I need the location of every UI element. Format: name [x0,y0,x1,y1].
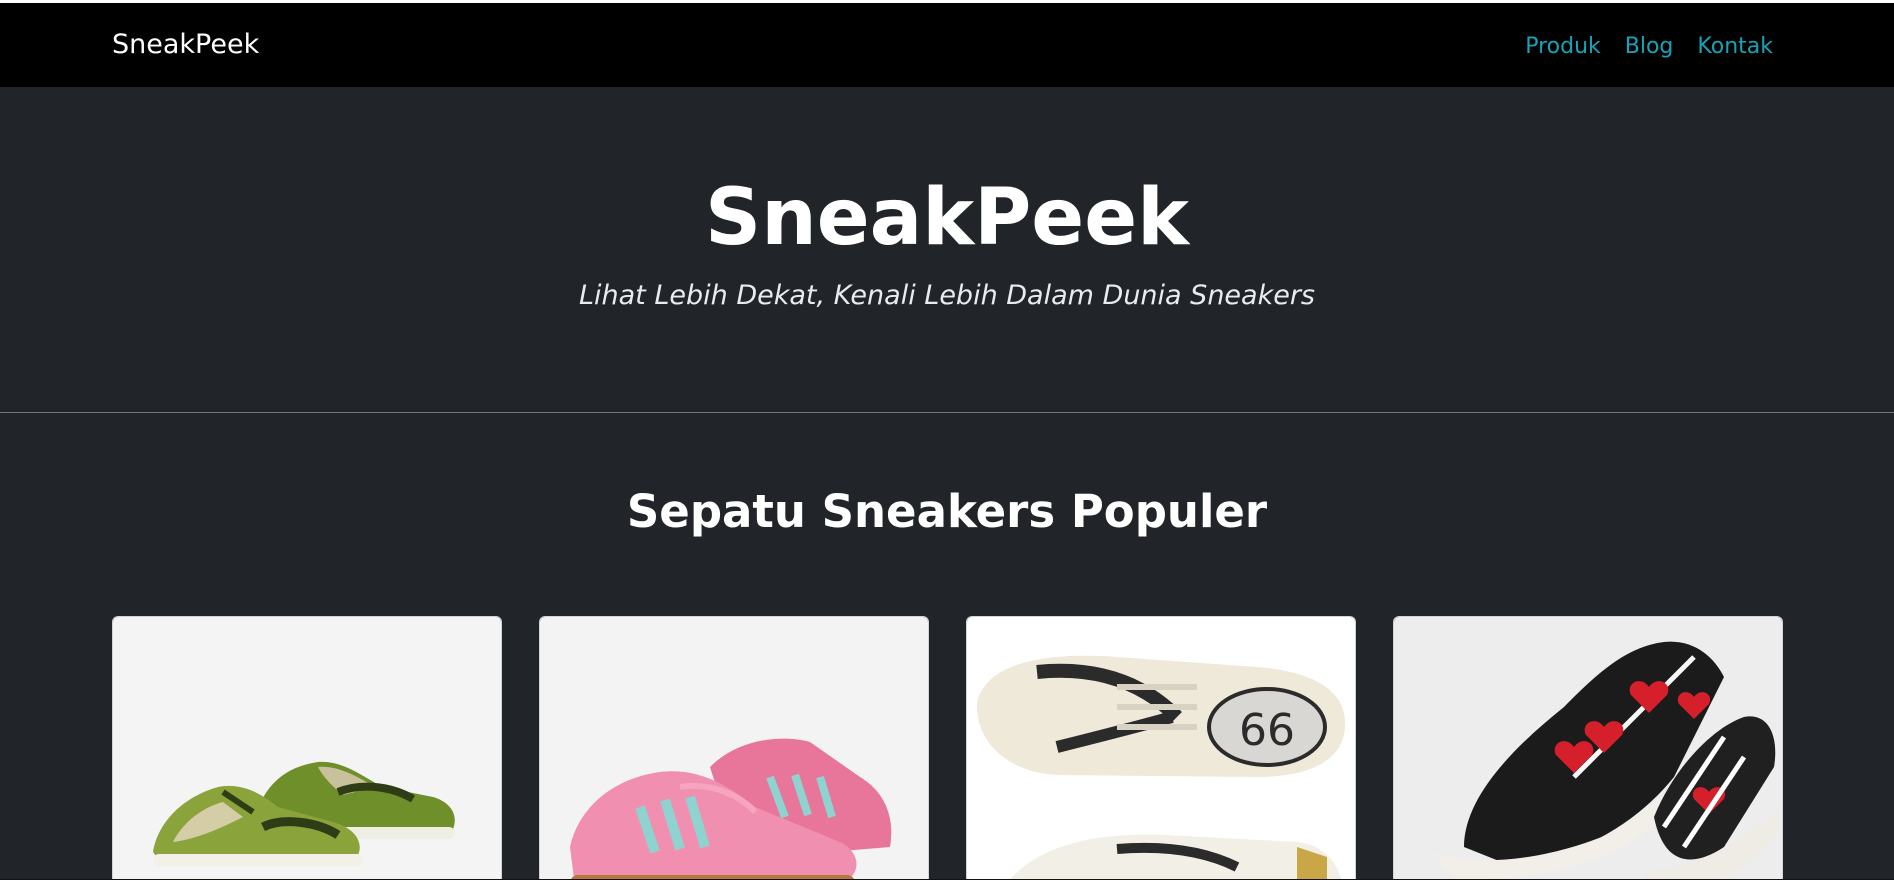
svg-text:66: 66 [1239,705,1295,756]
product-card-list: 66 [112,616,1783,880]
hero-section: SneakPeek Lihat Lebih Dekat, Kenali Lebi… [0,87,1894,413]
green-sneaker-image [113,617,501,880]
brand-link[interactable]: SneakPeek [112,29,259,61]
product-card[interactable] [1393,616,1783,880]
nav-link-produk[interactable]: Produk [1525,33,1601,61]
product-card[interactable]: 66 [966,616,1356,880]
navbar: SneakPeek Produk Blog Kontak [0,3,1894,87]
products-section: Sepatu Sneakers Populer 66 [0,413,1894,880]
pink-sneaker-image [540,617,928,880]
nav-links: Produk Blog Kontak [1525,33,1773,61]
product-card[interactable] [539,616,929,880]
hero-subtitle: Lihat Lebih Dekat, Kenali Lebih Dalam Du… [578,280,1315,311]
nav-link-blog[interactable]: Blog [1625,33,1674,61]
product-card[interactable] [112,616,502,880]
hero-title: SneakPeek [705,173,1189,263]
section-heading: Sepatu Sneakers Populer [626,485,1268,538]
nav-link-kontak[interactable]: Kontak [1697,33,1773,61]
black-sneaker-image [1394,617,1782,880]
cream-sneaker-image: 66 [967,617,1355,880]
